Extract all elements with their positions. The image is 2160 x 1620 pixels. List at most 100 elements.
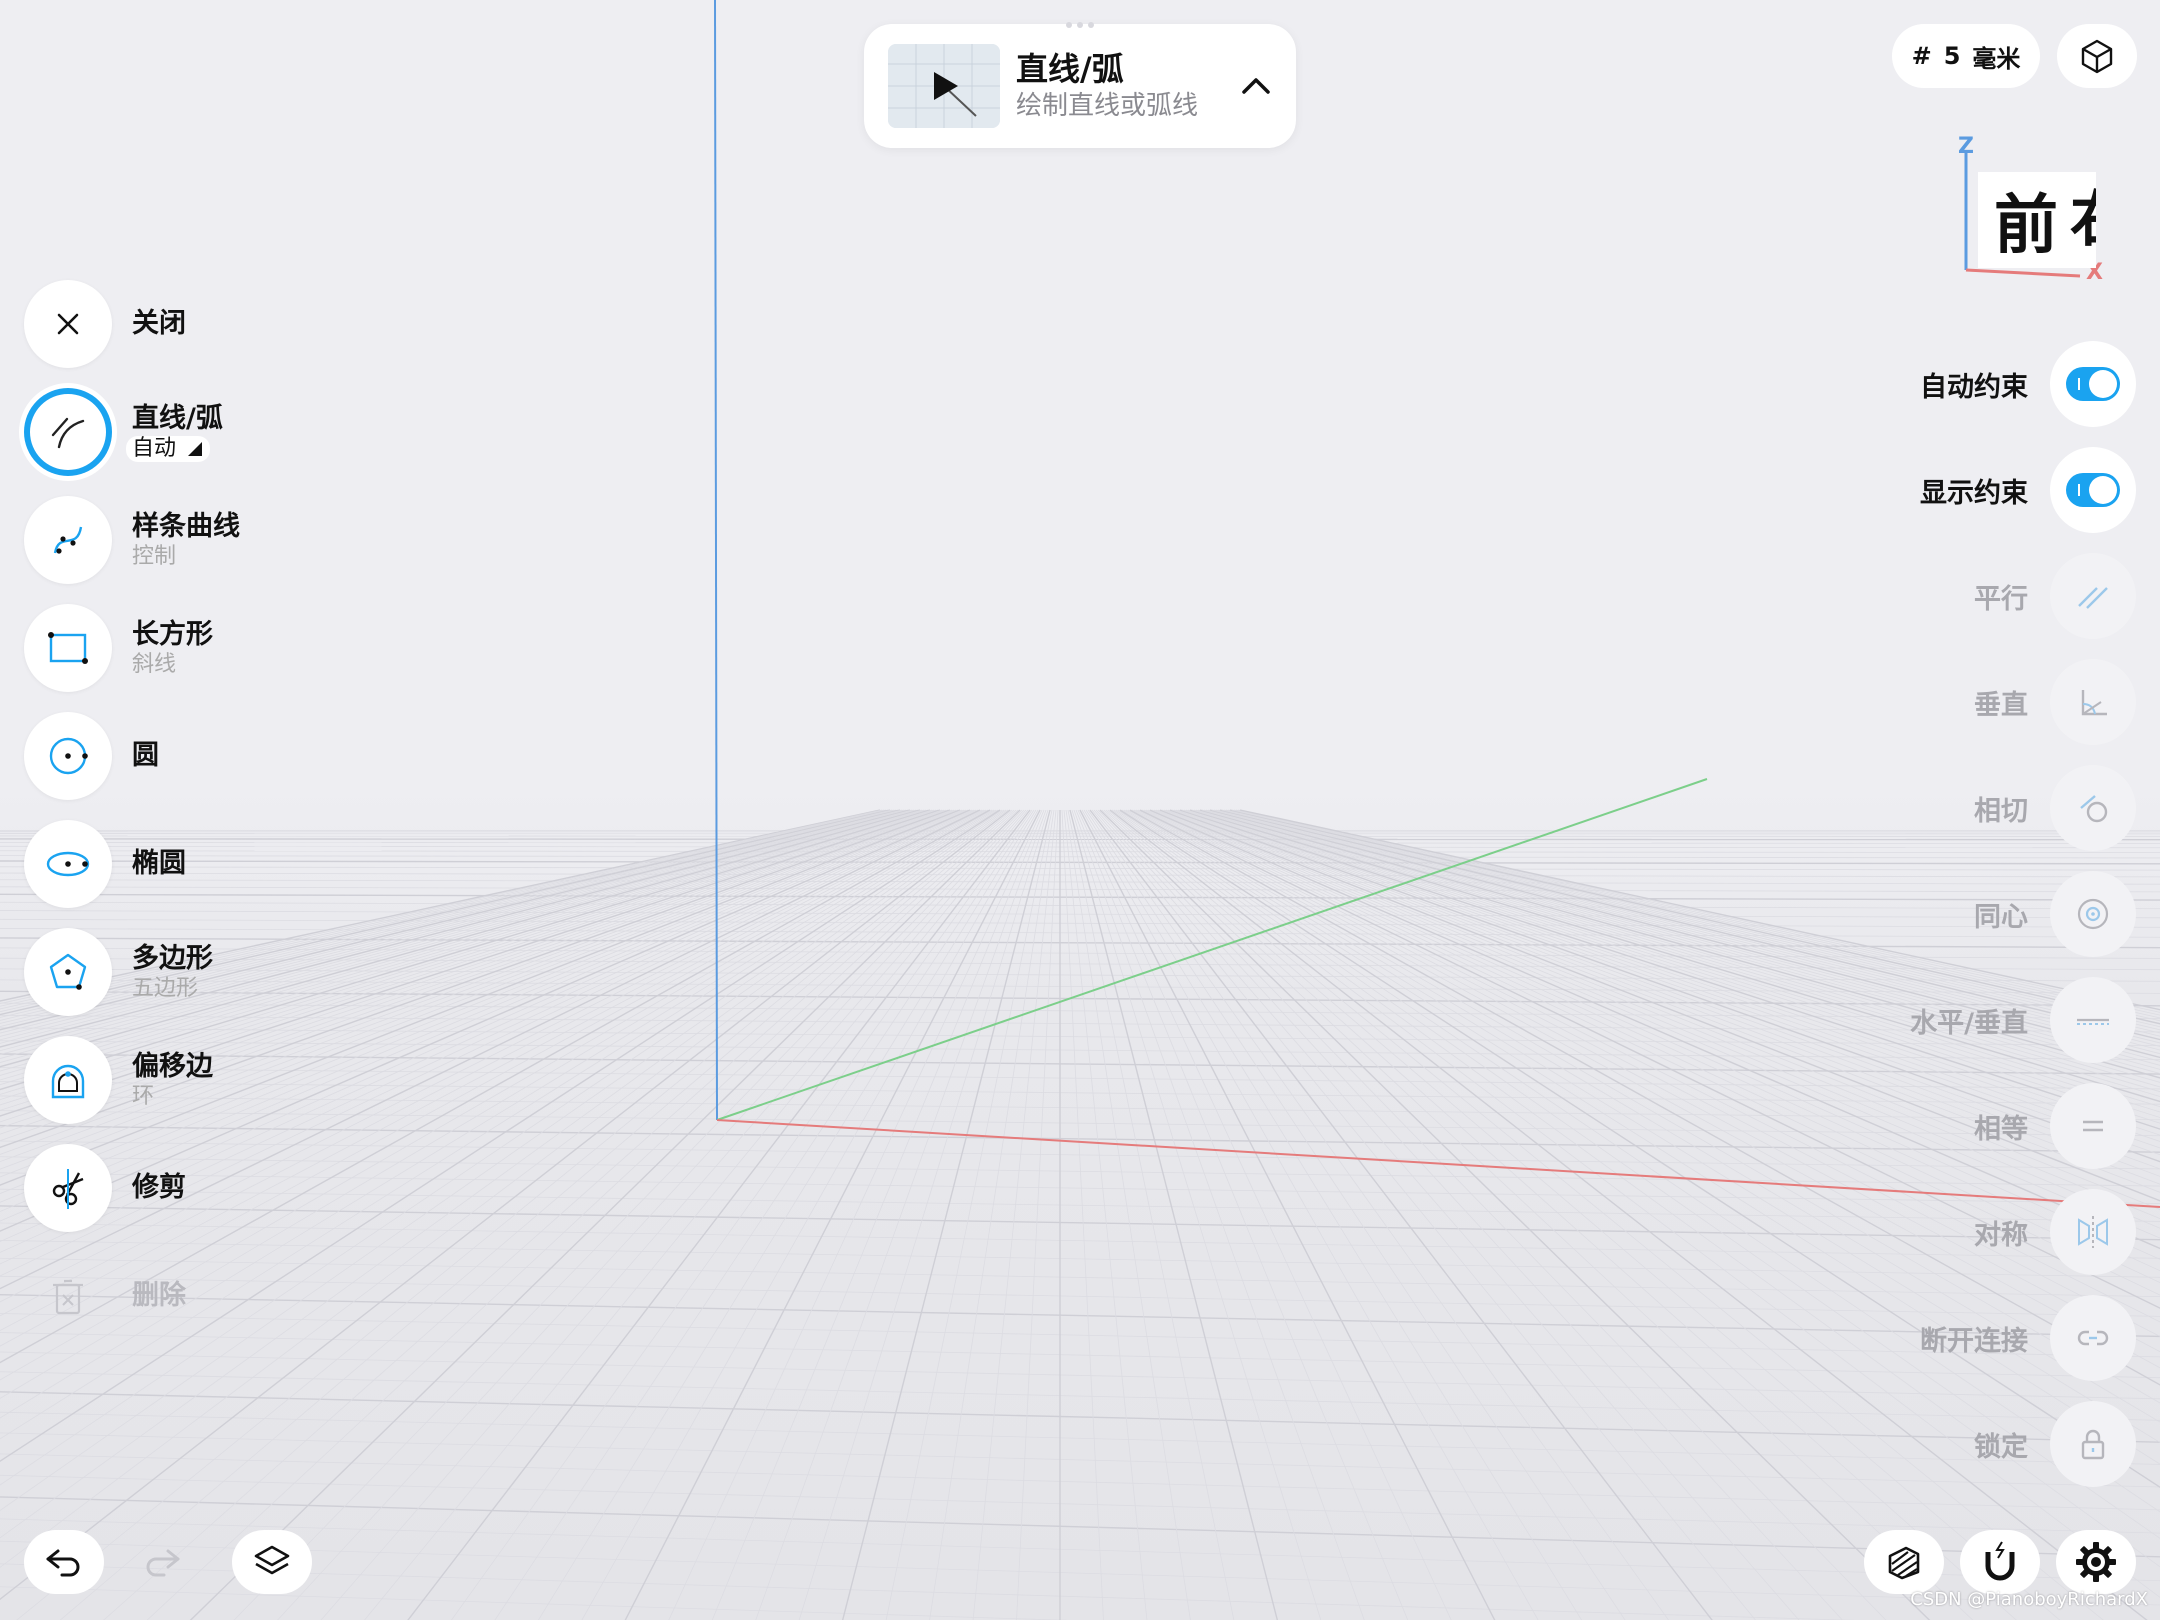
constraint-symmetric[interactable]: 对称 — [1974, 1188, 2136, 1276]
grid-plane[interactable] — [0, 0, 2160, 1620]
tool-circle[interactable]: 圆 — [24, 712, 444, 800]
constraint-label: 同心 — [1974, 901, 2028, 933]
constraint-horizontal-vertical[interactable]: 水平/垂直 — [1910, 976, 2136, 1064]
tool-ellipse[interactable]: 椭圆 — [24, 820, 444, 908]
tool-label: 修剪 — [132, 1172, 186, 1203]
spline-button[interactable] — [24, 496, 112, 584]
snap-button[interactable] — [1960, 1530, 2040, 1594]
constraint-label: 自动约束 — [1920, 371, 2028, 403]
offset-edge-button[interactable] — [24, 1036, 112, 1124]
tool-delete[interactable]: 删除 — [24, 1252, 444, 1340]
tangent-icon — [2080, 795, 2108, 823]
chevron-up-icon[interactable] — [1238, 68, 1274, 104]
horizontal-vertical-icon — [2077, 1018, 2109, 1025]
grid-size-unit: 毫米 — [1972, 44, 2021, 73]
toggle-switch[interactable] — [2066, 473, 2120, 507]
card-grip[interactable] — [1060, 22, 1100, 30]
view-mode-button[interactable] — [2057, 24, 2137, 88]
grid-size-value: 5 — [1943, 42, 1961, 70]
trim-icon — [52, 1169, 84, 1209]
constraint-auto-constrain[interactable]: 自动约束 — [1920, 340, 2136, 428]
delete-button[interactable] — [24, 1252, 112, 1340]
equal-button[interactable] — [2050, 1083, 2136, 1169]
lock-button[interactable] — [2050, 1401, 2136, 1487]
tool-label: 样条曲线 — [132, 511, 240, 542]
parallel-button[interactable] — [2050, 553, 2136, 639]
trim-button[interactable] — [24, 1144, 112, 1232]
disconnect-icon — [2077, 1330, 2109, 1346]
constraint-perpendicular[interactable]: 垂直 — [1974, 658, 2136, 746]
ellipse-button[interactable] — [24, 820, 112, 908]
view-cube[interactable]: Z X 前 右 — [1950, 132, 2103, 292]
layers-button[interactable] — [232, 1530, 312, 1594]
disconnect-button[interactable] — [2050, 1295, 2136, 1381]
polygon-button[interactable] — [24, 928, 112, 1016]
spline-icon — [53, 526, 83, 554]
delete-icon — [53, 1279, 83, 1315]
tool-polygon[interactable]: 多边形 五边形 — [24, 928, 444, 1016]
tool-trim[interactable]: 修剪 — [24, 1144, 444, 1232]
close-icon — [57, 313, 79, 335]
rectangle-button[interactable] — [24, 604, 112, 692]
tool-rectangle[interactable]: 长方形 斜线 — [24, 604, 444, 692]
tool-label: 椭圆 — [132, 848, 186, 879]
constraint-parallel[interactable]: 平行 — [1974, 552, 2136, 640]
constraint-lock[interactable]: 锁定 — [1974, 1400, 2136, 1488]
magnet-icon — [1985, 1541, 2015, 1581]
layers-icon — [254, 1545, 290, 1575]
constraint-label: 平行 — [1974, 583, 2028, 615]
perpendicular-icon — [2081, 690, 2107, 716]
tool-mode-label: 斜线 — [132, 652, 177, 677]
constraint-label: 垂直 — [1974, 689, 2028, 721]
constraint-concentric[interactable]: 同心 — [1974, 870, 2136, 958]
settings-button[interactable] — [2056, 1530, 2136, 1594]
view-cube-z-label: Z — [1958, 134, 1974, 159]
circle-button[interactable] — [24, 712, 112, 800]
horizontal-vertical-button[interactable] — [2050, 977, 2136, 1063]
constraint-disconnect[interactable]: 断开连接 — [1920, 1294, 2136, 1382]
view-cube-front-face[interactable]: 前 — [1978, 172, 2074, 268]
lock-icon — [2081, 1429, 2105, 1460]
concentric-icon — [2077, 898, 2109, 930]
redo-button[interactable] — [122, 1530, 202, 1594]
tool-help-card[interactable]: 直线/弧 绘制直线或弧线 — [864, 22, 1296, 148]
line-arc-button[interactable] — [24, 388, 112, 476]
constraint-label: 显示约束 — [1920, 477, 2028, 509]
show-constraints-toggle[interactable] — [2050, 447, 2136, 533]
symmetric-button[interactable] — [2050, 1189, 2136, 1275]
tutorial-video-thumbnail[interactable] — [888, 44, 1000, 128]
grid-unit-button[interactable]: # 5 毫米 — [1892, 24, 2040, 88]
tool-label: 圆 — [132, 740, 159, 771]
concentric-button[interactable] — [2050, 871, 2136, 957]
undo-icon — [46, 1549, 80, 1577]
constraint-label: 相等 — [1974, 1113, 2028, 1145]
tool-spline[interactable]: 样条曲线 控制 — [24, 496, 444, 584]
tool-line-arc[interactable]: 直线/弧 自动 — [24, 388, 444, 476]
tool-label: 多边形 — [132, 943, 213, 974]
constraint-label: 断开连接 — [1920, 1325, 2028, 1357]
constraint-tangent[interactable]: 相切 — [1974, 764, 2136, 852]
constraint-label: 锁定 — [1974, 1431, 2028, 1463]
constraint-label: 对称 — [1974, 1219, 2028, 1251]
canvas-viewport[interactable]: 关闭 直线/弧 自动 样条曲线 控制 长方形 斜线圆椭圆 多边形 五边形 偏移边环修剪 删除 直线/… — [0, 0, 2160, 1620]
hatch-icon — [1888, 1546, 1920, 1580]
perpendicular-button[interactable] — [2050, 659, 2136, 745]
hatch-button[interactable] — [1864, 1530, 1944, 1594]
auto-constrain-toggle[interactable] — [2050, 341, 2136, 427]
undo-button[interactable] — [24, 1530, 104, 1594]
constraint-equal[interactable]: 相等 — [1974, 1082, 2136, 1170]
close-button[interactable] — [24, 280, 112, 368]
tool-mode-dropdown[interactable]: 自动 — [126, 436, 211, 462]
tool-mode-label: 控制 — [132, 544, 177, 569]
tool-offset-edge[interactable]: 偏移边环 — [24, 1036, 444, 1124]
offset-edge-icon — [51, 1064, 85, 1099]
view-cube-right-face[interactable]: 右 — [2070, 172, 2096, 268]
grid-hash-icon: # — [1911, 42, 1932, 70]
tool-label: 长方形 — [132, 619, 213, 650]
toggle-switch[interactable] — [2066, 367, 2120, 401]
tool-close[interactable]: 关闭 — [24, 280, 444, 368]
tool-label: 偏移边 — [132, 1051, 213, 1082]
tangent-button[interactable] — [2050, 765, 2136, 851]
polygon-icon — [49, 953, 87, 990]
constraint-show-constraints[interactable]: 显示约束 — [1920, 446, 2136, 534]
